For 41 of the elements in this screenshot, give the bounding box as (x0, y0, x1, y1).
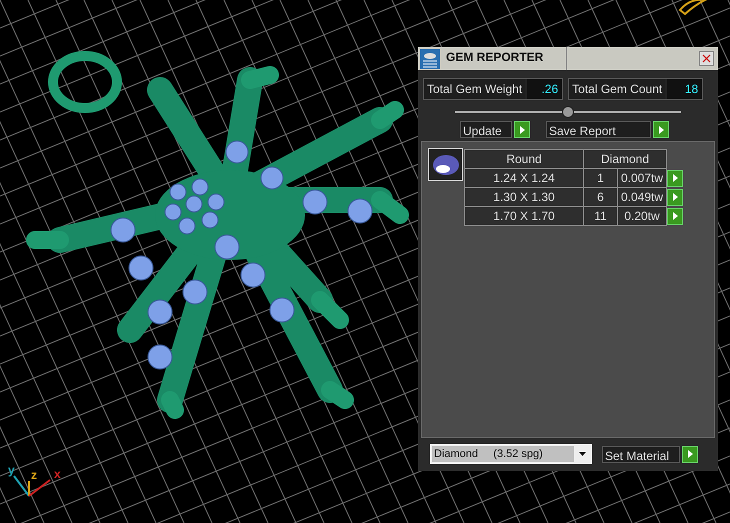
play-icon (672, 174, 678, 182)
total-value: 18 (667, 79, 702, 99)
action-button[interactable]: Save Report (546, 121, 651, 138)
row-go-button[interactable] (667, 188, 683, 206)
column-header: Diamond (584, 150, 666, 168)
table-cell: 0.20tw (618, 206, 666, 226)
total-label: Total Gem Weight (424, 79, 526, 99)
axis-label: x (54, 468, 61, 480)
table-cell: 0.007tw (618, 168, 666, 188)
row-go-button[interactable] (667, 208, 683, 224)
total-value: .26 (527, 79, 562, 99)
play-icon (658, 126, 664, 134)
table-cell: 0.049tw (618, 188, 666, 206)
row-go-button[interactable] (667, 170, 683, 186)
table-cell: 11 (584, 206, 618, 226)
table-cell: 1.70 X 1.70 (464, 206, 584, 226)
go-button[interactable] (682, 446, 698, 462)
report-icon (420, 48, 440, 68)
table-cell: 6 (584, 188, 618, 206)
play-icon (520, 126, 524, 134)
play-icon (672, 212, 678, 220)
material-dropdown[interactable]: Diamond (3.52 spg) (430, 444, 592, 464)
table-cell: 1.30 X 1.30 (464, 188, 584, 206)
window-title: GEM REPORTER (446, 49, 544, 66)
slider-thumb[interactable] (562, 106, 574, 118)
close-button[interactable] (699, 51, 714, 66)
set-material-button[interactable]: Set Material (602, 446, 680, 462)
column-header: Round (464, 150, 584, 168)
dropdown-value: Diamond (3.52 spg) (433, 446, 543, 462)
close-icon (702, 54, 711, 63)
table-cell: 1 (584, 168, 618, 188)
gem-icon (432, 154, 460, 176)
play-icon (688, 450, 692, 458)
play-icon (672, 193, 678, 201)
action-button[interactable]: Update (460, 121, 512, 138)
slider-track[interactable] (455, 106, 681, 118)
axis-label: z (31, 469, 37, 481)
dropdown-arrow-button[interactable] (574, 446, 590, 462)
caret-icon (578, 452, 586, 456)
table-cell: 1.24 X 1.24 (464, 168, 584, 188)
total-label: Total Gem Count (569, 79, 666, 99)
